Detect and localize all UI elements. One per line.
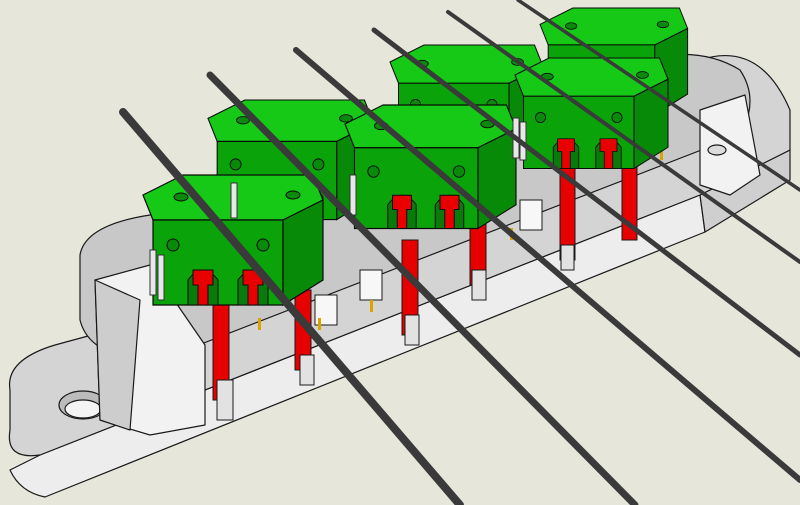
- contact-post-icon: [401, 239, 420, 346]
- switch-box: [359, 269, 383, 301]
- sketchup-scene: [8, 0, 800, 505]
- gold-pin: [370, 300, 373, 312]
- gold-pin: [258, 318, 261, 330]
- gold-pin: [318, 318, 321, 330]
- 3d-model-viewport[interactable]: [0, 0, 800, 505]
- mount-hole-icon: [707, 144, 727, 156]
- mount-hole-inner: [64, 399, 102, 419]
- switch-box: [519, 199, 543, 231]
